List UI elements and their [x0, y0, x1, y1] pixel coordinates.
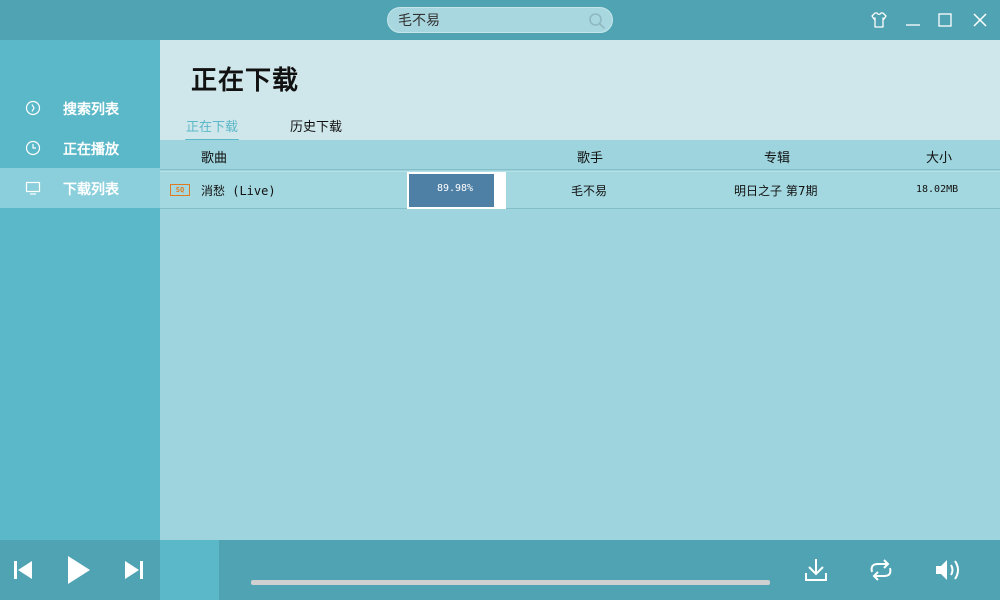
column-header-song[interactable]: 歌曲	[201, 147, 227, 166]
title-bar	[0, 0, 1000, 40]
download-progress-text: 89.98%	[436, 183, 474, 194]
sidebar: 搜索列表 正在播放 下载列表	[0, 40, 160, 540]
sq-quality-badge: SQ	[170, 184, 190, 196]
table-header: 歌曲 歌手 专辑 大小	[160, 140, 1000, 170]
sidebar-item-label: 正在播放	[63, 142, 119, 158]
page-title: 正在下载	[191, 66, 300, 96]
main-header: 正在下载 正在下载 历史下载	[160, 40, 1000, 141]
search-list-icon	[25, 100, 41, 116]
sidebar-item-label: 搜索列表	[63, 102, 119, 118]
next-icon[interactable]	[122, 558, 146, 582]
sidebar-item-download-list[interactable]: 下载列表	[0, 168, 160, 208]
tab-downloading[interactable]: 正在下载	[184, 116, 240, 141]
column-header-album[interactable]: 专辑	[764, 147, 790, 166]
song-name: 消愁 (Live)	[201, 184, 276, 198]
search-input[interactable]	[398, 11, 588, 29]
play-icon[interactable]	[64, 554, 92, 586]
monitor-icon	[25, 181, 41, 195]
seek-bar[interactable]	[251, 580, 770, 585]
volume-icon[interactable]	[933, 557, 963, 583]
repeat-icon[interactable]	[867, 558, 895, 582]
close-icon[interactable]	[970, 10, 990, 30]
artist-cell: 毛不易	[571, 184, 608, 198]
album-thumbnail[interactable]	[160, 540, 219, 600]
sidebar-item-label: 下载列表	[63, 182, 119, 198]
search-icon[interactable]	[588, 12, 606, 30]
album-cell: 明日之子 第7期	[734, 184, 818, 198]
size-cell: 18.02MB	[916, 184, 959, 195]
search-box[interactable]	[387, 7, 613, 33]
clock-icon	[25, 140, 41, 156]
sidebar-item-now-playing[interactable]: 正在播放	[0, 128, 160, 168]
skin-icon[interactable]	[869, 10, 889, 30]
column-header-size[interactable]: 大小	[926, 147, 952, 166]
column-header-artist[interactable]: 歌手	[577, 147, 603, 166]
sidebar-item-search-list[interactable]: 搜索列表	[0, 88, 160, 128]
tab-history-downloads[interactable]: 历史下载	[290, 116, 342, 135]
download-icon[interactable]	[803, 556, 829, 584]
maximize-icon[interactable]	[935, 10, 955, 30]
table-row[interactable]: SQ 消愁 (Live) 89.98% 毛不易 明日之子 第7期 18.02MB	[160, 171, 1000, 209]
previous-icon[interactable]	[11, 558, 35, 582]
minimize-icon[interactable]	[903, 10, 923, 30]
download-progress: 89.98%	[407, 172, 506, 209]
player-bar	[0, 540, 1000, 600]
